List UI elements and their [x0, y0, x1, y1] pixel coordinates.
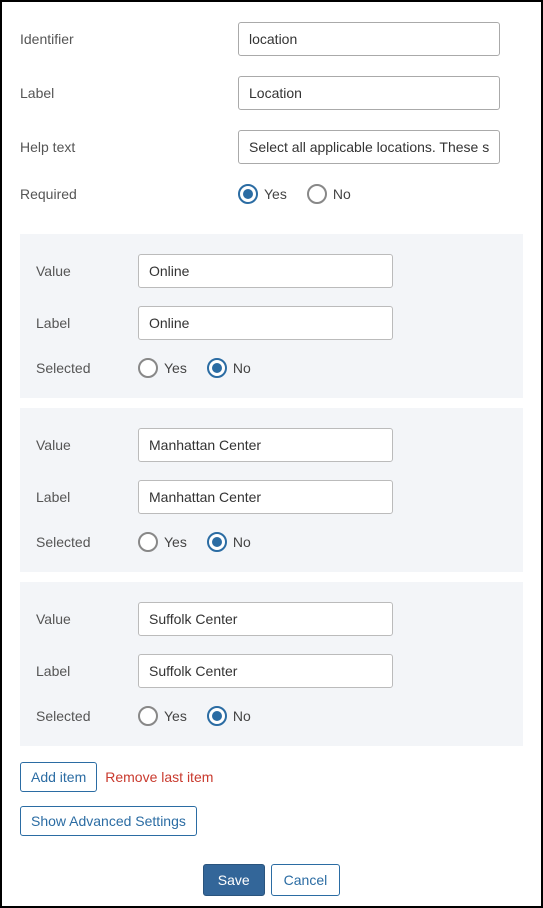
radio-icon: [238, 184, 258, 204]
add-item-button[interactable]: Add item: [20, 762, 97, 792]
required-radio-group: Yes No: [238, 184, 351, 204]
item-selected-label: Selected: [36, 360, 138, 376]
helptext-label: Help text: [20, 139, 238, 155]
item-row-label: Label: [36, 306, 507, 340]
show-advanced-button[interactable]: Show Advanced Settings: [20, 806, 197, 836]
radio-icon: [138, 532, 158, 552]
row-required: Required Yes No: [20, 184, 523, 204]
required-label: Required: [20, 186, 238, 202]
item-selected-no-radio[interactable]: No: [207, 706, 251, 726]
item-label-label: Label: [36, 489, 138, 505]
item-value-label: Value: [36, 437, 138, 453]
item-selected-no-radio[interactable]: No: [207, 532, 251, 552]
radio-yes-label: Yes: [164, 360, 187, 376]
item-selected-label: Selected: [36, 708, 138, 724]
radio-no-label: No: [233, 360, 251, 376]
item-selected-yes-radio[interactable]: Yes: [138, 532, 187, 552]
item-selected-label: Selected: [36, 534, 138, 550]
radio-yes-label: Yes: [164, 534, 187, 550]
required-yes-radio[interactable]: Yes: [238, 184, 287, 204]
advanced-row: Show Advanced Settings: [20, 806, 523, 836]
label-label: Label: [20, 85, 238, 101]
item-selected-no-radio[interactable]: No: [207, 358, 251, 378]
item-selected-yes-radio[interactable]: Yes: [138, 358, 187, 378]
cancel-button[interactable]: Cancel: [271, 864, 341, 896]
radio-no-label: No: [233, 534, 251, 550]
item-value-label: Value: [36, 611, 138, 627]
required-no-radio[interactable]: No: [307, 184, 351, 204]
item-actions: Add item Remove last item: [20, 762, 523, 792]
remove-last-item-link[interactable]: Remove last item: [105, 769, 213, 785]
item-selected-radio-group: Yes No: [138, 706, 251, 726]
radio-icon: [207, 706, 227, 726]
row-identifier: Identifier: [20, 22, 523, 56]
item-row-label: Label: [36, 654, 507, 688]
item-value-input[interactable]: [138, 602, 393, 636]
item-selected-yes-radio[interactable]: Yes: [138, 706, 187, 726]
helptext-input[interactable]: [238, 130, 500, 164]
item-selected-radio-group: Yes No: [138, 358, 251, 378]
radio-icon: [207, 358, 227, 378]
item-row-selected: Selected Yes No: [36, 532, 507, 552]
item-label-input[interactable]: [138, 654, 393, 688]
item-row-value: Value: [36, 602, 507, 636]
identifier-input[interactable]: [238, 22, 500, 56]
item-card: Value Label Selected Yes No: [20, 408, 523, 572]
form-panel: Identifier Label Help text Required Yes …: [0, 0, 543, 908]
item-row-selected: Selected Yes No: [36, 706, 507, 726]
save-button[interactable]: Save: [203, 864, 265, 896]
radio-icon: [307, 184, 327, 204]
item-row-value: Value: [36, 254, 507, 288]
identifier-label: Identifier: [20, 31, 238, 47]
item-label-label: Label: [36, 315, 138, 331]
item-card: Value Label Selected Yes No: [20, 234, 523, 398]
radio-icon: [138, 706, 158, 726]
item-value-input[interactable]: [138, 428, 393, 462]
item-label-input[interactable]: [138, 306, 393, 340]
item-value-label: Value: [36, 263, 138, 279]
item-card: Value Label Selected Yes No: [20, 582, 523, 746]
item-row-selected: Selected Yes No: [36, 358, 507, 378]
items-list: Value Label Selected Yes No: [20, 234, 523, 746]
row-helptext: Help text: [20, 130, 523, 164]
footer-actions: Save Cancel: [20, 864, 523, 896]
radio-no-label: No: [333, 186, 351, 202]
radio-icon: [138, 358, 158, 378]
radio-icon: [207, 532, 227, 552]
item-row-label: Label: [36, 480, 507, 514]
row-label: Label: [20, 76, 523, 110]
item-label-input[interactable]: [138, 480, 393, 514]
item-selected-radio-group: Yes No: [138, 532, 251, 552]
item-row-value: Value: [36, 428, 507, 462]
label-input[interactable]: [238, 76, 500, 110]
radio-no-label: No: [233, 708, 251, 724]
radio-yes-label: Yes: [164, 708, 187, 724]
item-label-label: Label: [36, 663, 138, 679]
item-value-input[interactable]: [138, 254, 393, 288]
radio-yes-label: Yes: [264, 186, 287, 202]
